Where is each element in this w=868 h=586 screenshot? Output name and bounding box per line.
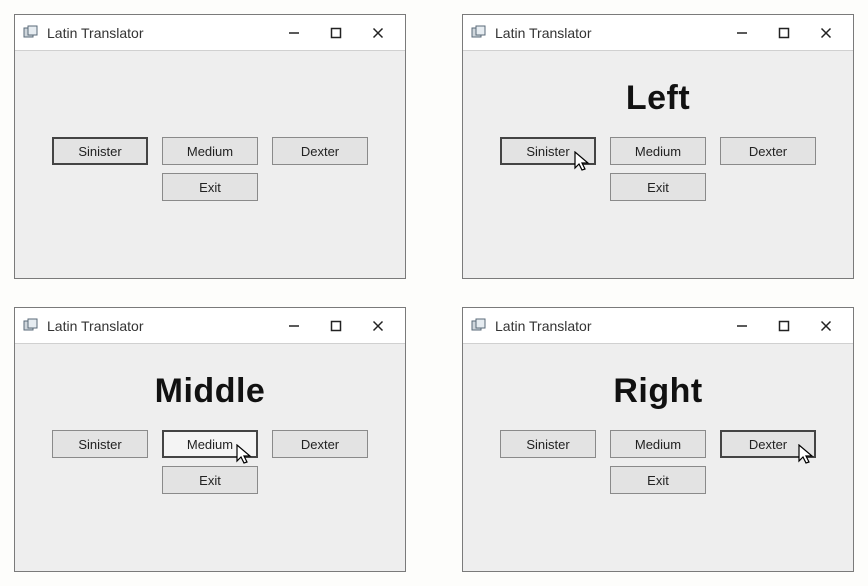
maximize-button[interactable] [315, 19, 357, 47]
exit-row: Exit [477, 466, 839, 494]
translation-text: Left [626, 79, 690, 118]
close-button[interactable] [805, 19, 847, 47]
exit-button[interactable]: Exit [162, 173, 258, 201]
translation-text: Right [613, 372, 702, 411]
minimize-button[interactable] [273, 19, 315, 47]
window-title: Latin Translator [47, 318, 144, 334]
button-label: Medium [187, 437, 233, 452]
exit-button[interactable]: Exit [610, 466, 706, 494]
minimize-button[interactable] [721, 19, 763, 47]
sinister-button[interactable]: Sinister [500, 137, 596, 165]
app-icon [471, 318, 487, 334]
exit-row: Exit [29, 466, 391, 494]
exit-row: Exit [477, 173, 839, 201]
maximize-button[interactable] [315, 312, 357, 340]
client-area: Middle Sinister Medium Dexter Exit [15, 344, 405, 571]
maximize-button[interactable] [763, 312, 805, 340]
titlebar: Latin Translator [15, 15, 405, 51]
sinister-button[interactable]: Sinister [52, 430, 148, 458]
translation-label: Left [477, 59, 839, 137]
button-row: Sinister Medium Dexter [477, 137, 839, 165]
window-grid: Latin Translator Sinister Medium [14, 14, 854, 572]
dexter-button[interactable]: Dexter [720, 137, 816, 165]
minimize-button[interactable] [721, 312, 763, 340]
window-latin-translator: Latin Translator Sinister Medium [14, 14, 406, 279]
window-title: Latin Translator [495, 25, 592, 41]
sinister-button[interactable]: Sinister [52, 137, 148, 165]
close-button[interactable] [357, 312, 399, 340]
exit-row: Exit [29, 173, 391, 201]
minimize-button[interactable] [273, 312, 315, 340]
translation-label [29, 59, 391, 137]
window-title: Latin Translator [495, 318, 592, 334]
window-latin-translator: Latin Translator Middle Sinister [14, 307, 406, 572]
translation-label: Middle [29, 352, 391, 430]
button-row: Sinister Medium Dexter [29, 137, 391, 165]
window-latin-translator: Latin Translator Right Sinister M [462, 307, 854, 572]
exit-button[interactable]: Exit [162, 466, 258, 494]
client-area: Right Sinister Medium Dexter Exit [463, 344, 853, 571]
app-icon [471, 25, 487, 41]
medium-button[interactable]: Medium [610, 137, 706, 165]
translation-label: Right [477, 352, 839, 430]
titlebar: Latin Translator [15, 308, 405, 344]
maximize-button[interactable] [763, 19, 805, 47]
sinister-button[interactable]: Sinister [500, 430, 596, 458]
app-icon [23, 25, 39, 41]
button-row: Sinister Medium Dexter [477, 430, 839, 458]
screenshot-canvas: Latin Translator Sinister Medium [0, 0, 868, 586]
titlebar: Latin Translator [463, 308, 853, 344]
medium-button[interactable]: Medium [162, 137, 258, 165]
dexter-button[interactable]: Dexter [272, 137, 368, 165]
medium-button[interactable]: Medium [162, 430, 258, 458]
translation-text: Middle [155, 372, 266, 411]
close-button[interactable] [805, 312, 847, 340]
client-area: Left Sinister Medium Dexter Exit [463, 51, 853, 278]
window-latin-translator: Latin Translator Left Sinister [462, 14, 854, 279]
titlebar: Latin Translator [463, 15, 853, 51]
dexter-button[interactable]: Dexter [272, 430, 368, 458]
medium-button[interactable]: Medium [610, 430, 706, 458]
exit-button[interactable]: Exit [610, 173, 706, 201]
dexter-button[interactable]: Dexter [720, 430, 816, 458]
button-label: Dexter [749, 437, 787, 452]
client-area: Sinister Medium Dexter Exit [15, 51, 405, 278]
app-icon [23, 318, 39, 334]
button-row: Sinister Medium Dexter [29, 430, 391, 458]
close-button[interactable] [357, 19, 399, 47]
button-label: Sinister [526, 144, 569, 159]
window-title: Latin Translator [47, 25, 144, 41]
